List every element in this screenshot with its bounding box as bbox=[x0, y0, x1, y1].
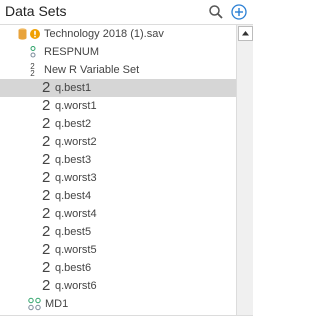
vertical-scrollbar[interactable] bbox=[236, 25, 253, 315]
tree-item-variable[interactable]: 2 q.best6 bbox=[0, 259, 236, 277]
item-variable-icon: 2 bbox=[42, 259, 51, 276]
tree-item-label: Technology 2018 (1).sav bbox=[44, 28, 164, 40]
database-icon bbox=[18, 26, 27, 42]
tree-item-variable[interactable]: 2 q.worst1 bbox=[0, 97, 236, 115]
tree-item-label: q.worst1 bbox=[55, 100, 97, 112]
tree-item-label: MD1 bbox=[45, 298, 69, 310]
tree-item-datafile[interactable]: Technology 2018 (1).sav bbox=[0, 25, 236, 43]
warning-icon bbox=[29, 26, 41, 42]
item-variable-icon: 2 bbox=[42, 241, 51, 258]
panel-header: Data Sets bbox=[0, 0, 255, 24]
item-variable-icon: 2 bbox=[42, 277, 51, 294]
panel-title: Data Sets bbox=[5, 3, 67, 19]
item-variable-icon: 2 bbox=[42, 169, 51, 186]
tree-item-md1[interactable]: MD1 bbox=[0, 295, 236, 313]
tree-item-variable-set[interactable]: 22 New R Variable Set bbox=[0, 61, 236, 79]
tree-item-label: New R Variable Set bbox=[44, 64, 140, 76]
tree-item-label: RESPNUM bbox=[44, 46, 100, 58]
multi-variable-icon bbox=[27, 296, 43, 312]
tree-item-variable[interactable]: 2 q.worst4 bbox=[0, 205, 236, 223]
search-icon[interactable] bbox=[208, 4, 224, 20]
tree-item-variable[interactable]: 2 q.worst3 bbox=[0, 169, 236, 187]
chevron-up-icon bbox=[242, 31, 249, 36]
tree-item-label: q.worst4 bbox=[55, 208, 97, 220]
data-sets-panel: Technology 2018 (1).sav RESPNUM 22 New R… bbox=[0, 24, 253, 316]
tree-item-respnum[interactable]: RESPNUM bbox=[0, 43, 236, 61]
data-tree: Technology 2018 (1).sav RESPNUM 22 New R… bbox=[0, 25, 236, 315]
tree-item-variable[interactable]: 2 q.best1 bbox=[0, 79, 236, 97]
item-variable-icon: 2 bbox=[42, 205, 51, 222]
tree-item-label: q.worst2 bbox=[55, 136, 97, 148]
numeric-variable-icon bbox=[29, 44, 37, 60]
tree-item-variable[interactable]: 2 q.best5 bbox=[0, 223, 236, 241]
tree-item-label: q.best2 bbox=[55, 118, 92, 130]
variable-set-icon: 22 bbox=[30, 62, 35, 78]
tree-item-variable[interactable]: 2 q.worst6 bbox=[0, 277, 236, 295]
item-variable-icon: 2 bbox=[42, 97, 51, 114]
tree-item-label: q.worst3 bbox=[55, 172, 97, 184]
tree-item-label: q.best6 bbox=[55, 262, 92, 274]
item-variable-icon: 2 bbox=[42, 115, 51, 132]
scroll-up-button[interactable] bbox=[238, 26, 253, 41]
tree-item-label: q.worst6 bbox=[55, 280, 97, 292]
item-variable-icon: 2 bbox=[42, 133, 51, 150]
item-variable-icon: 2 bbox=[42, 187, 51, 204]
item-variable-icon: 2 bbox=[42, 151, 51, 168]
tree-item-variable[interactable]: 2 q.worst2 bbox=[0, 133, 236, 151]
tree-item-label: q.worst5 bbox=[55, 244, 97, 256]
tree-item-label: q.best3 bbox=[55, 154, 92, 166]
tree-item-variable[interactable]: 2 q.best2 bbox=[0, 115, 236, 133]
add-circle-icon[interactable] bbox=[231, 4, 247, 20]
item-variable-icon: 2 bbox=[42, 79, 51, 96]
tree-item-variable[interactable]: 2 q.best3 bbox=[0, 151, 236, 169]
item-variable-icon: 2 bbox=[42, 223, 51, 240]
tree-item-label: q.best4 bbox=[55, 190, 92, 202]
tree-item-variable[interactable]: 2 q.best4 bbox=[0, 187, 236, 205]
tree-item-label: q.best5 bbox=[55, 226, 92, 238]
tree-item-label: q.best1 bbox=[55, 82, 92, 94]
tree-item-variable[interactable]: 2 q.worst5 bbox=[0, 241, 236, 259]
